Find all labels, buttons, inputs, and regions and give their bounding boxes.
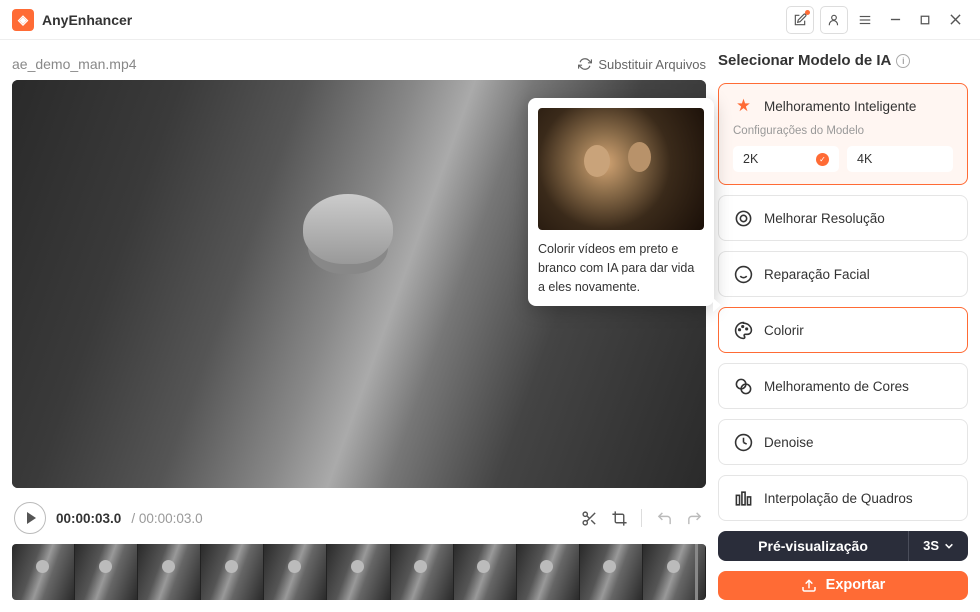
redo-button[interactable]	[684, 508, 704, 528]
face-icon	[733, 264, 753, 284]
time-current: 00:00:03.0	[56, 511, 121, 526]
preview-button[interactable]: Pré-visualização 3S	[718, 531, 968, 561]
model-colorize[interactable]: Colorir	[718, 307, 968, 353]
play-icon	[27, 512, 36, 524]
filename: ae_demo_man.mp4	[12, 56, 137, 72]
replace-file-button[interactable]: Substituir Arquivos	[578, 57, 706, 72]
cut-button[interactable]	[579, 508, 599, 528]
chevron-down-icon	[944, 541, 954, 551]
timeline-handle[interactable]	[695, 544, 698, 600]
timeline-frame	[327, 544, 390, 600]
tooltip-text: Colorir vídeos em preto e branco com IA …	[538, 240, 704, 296]
color-icon	[733, 376, 753, 396]
preview-label: Pré-visualização	[718, 538, 908, 554]
model-label: Denoise	[764, 435, 814, 450]
timeline-frame	[138, 544, 201, 600]
model-label: Melhoramento de Cores	[764, 379, 909, 394]
panel-title: Selecionar Modelo de IA i	[718, 52, 968, 69]
frames-icon	[733, 488, 753, 508]
timeline-frame	[517, 544, 580, 600]
file-header: ae_demo_man.mp4 Substituir Arquivos	[12, 52, 706, 80]
timeline-frame	[201, 544, 264, 600]
model-label: Melhorar Resolução	[764, 211, 885, 226]
tooltip-card: Colorir vídeos em preto e branco com IA …	[528, 98, 714, 306]
model-denoise[interactable]: Denoise	[718, 419, 968, 465]
timeline[interactable]	[12, 544, 706, 600]
minimize-button[interactable]	[882, 7, 908, 33]
export-button[interactable]: Exportar	[718, 571, 968, 601]
export-label: Exportar	[826, 577, 886, 593]
model-label: Reparação Facial	[764, 267, 870, 282]
model-label: Colorir	[764, 323, 804, 338]
player-controls: 00:00:03.0 / 00:00:03.0	[12, 496, 706, 540]
model-label: Interpolação de Quadros	[764, 491, 913, 506]
account-button[interactable]	[820, 6, 848, 34]
timeline-frame	[454, 544, 517, 600]
titlebar: ◈ AnyEnhancer	[0, 0, 980, 40]
denoise-icon	[733, 432, 753, 452]
preview-duration-select[interactable]: 3S	[908, 531, 968, 561]
timeline-frame	[580, 544, 643, 600]
sparkle-icon	[733, 96, 753, 116]
resolution-option-4k[interactable]: 4K✓	[847, 146, 953, 172]
model-label: Melhoramento Inteligente	[764, 99, 916, 114]
time-duration: / 00:00:03.0	[131, 511, 202, 526]
undo-button[interactable]	[654, 508, 674, 528]
app-title: AnyEnhancer	[42, 12, 780, 28]
tooltip-thumbnail	[538, 108, 704, 230]
export-icon	[801, 577, 817, 593]
timeline-frame	[75, 544, 138, 600]
timeline-frame	[391, 544, 454, 600]
app-logo-icon: ◈	[12, 9, 34, 31]
timeline-frame	[264, 544, 327, 600]
timeline-frame	[12, 544, 75, 600]
video-preview[interactable]: Colorir vídeos em preto e branco com IA …	[12, 80, 706, 488]
palette-icon	[733, 320, 753, 340]
resolution-option-2k[interactable]: 2K✓	[733, 146, 839, 172]
menu-button[interactable]	[852, 7, 878, 33]
config-label: Configurações do Modelo	[733, 125, 953, 137]
model-smart-enhancement[interactable]: Melhoramento Inteligente Configurações d…	[718, 83, 968, 185]
edit-button[interactable]	[786, 6, 814, 34]
model-color-enhance[interactable]: Melhoramento de Cores	[718, 363, 968, 409]
model-upscale[interactable]: Melhorar Resolução	[718, 195, 968, 241]
crop-button[interactable]	[609, 508, 629, 528]
maximize-button[interactable]	[912, 7, 938, 33]
replace-label: Substituir Arquivos	[598, 57, 706, 72]
model-frame-interpolation[interactable]: Interpolação de Quadros	[718, 475, 968, 521]
close-button[interactable]	[942, 7, 968, 33]
play-button[interactable]	[14, 502, 46, 534]
model-face-repair[interactable]: Reparação Facial	[718, 251, 968, 297]
info-icon[interactable]: i	[896, 54, 910, 68]
upscale-icon	[733, 208, 753, 228]
